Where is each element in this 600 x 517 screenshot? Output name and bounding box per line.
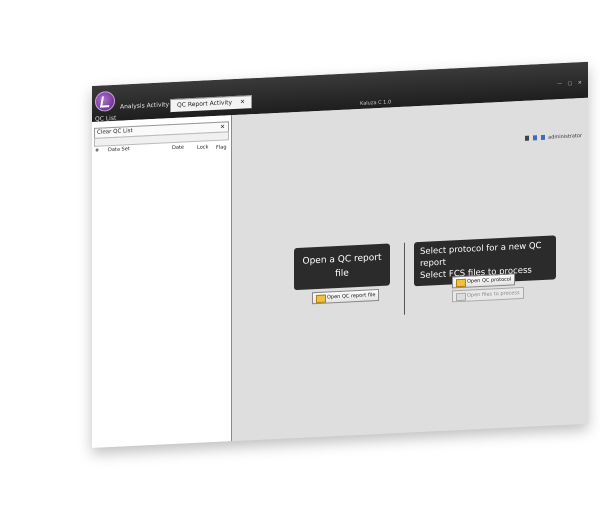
application-window: Analysis Activity QC Report Activity ✕ K…	[92, 61, 588, 449]
column-header-lock[interactable]: Lock	[197, 144, 208, 151]
tab-analysis-activity[interactable]: Analysis Activity	[114, 99, 175, 114]
folder-icon	[316, 294, 326, 304]
column-header-number[interactable]: #	[95, 148, 99, 154]
user-name[interactable]: administrator	[548, 133, 582, 141]
user-icon[interactable]	[540, 134, 545, 141]
clear-close-icon[interactable]: ✕	[220, 122, 225, 131]
user-area: administrator	[525, 133, 582, 142]
column-header-flag[interactable]: Flag	[216, 144, 227, 151]
qc-list-panel: QC List Clear QC List ✕ # Data Set Date …	[92, 115, 232, 448]
window-controls[interactable]: — ▢ ✕	[557, 80, 584, 87]
open-qc-protocol-button[interactable]: Open QC protocol	[452, 273, 516, 289]
main-area: administrator Open a QC report file Sele…	[232, 97, 588, 442]
column-header-date[interactable]: Date	[172, 145, 184, 152]
open-report-heading: Open a QC report file	[294, 243, 390, 291]
folder-icon	[456, 292, 466, 302]
close-tab-icon[interactable]: ✕	[240, 99, 245, 106]
open-qc-protocol-label: Open QC protocol	[467, 276, 512, 285]
tab-qc-report-activity[interactable]: QC Report Activity ✕	[170, 95, 253, 113]
divider	[404, 242, 405, 315]
column-header-data-set[interactable]: Data Set	[108, 146, 130, 153]
open-files-to-process-label: Open files to process	[467, 290, 520, 299]
open-files-to-process-button[interactable]: Open files to process	[452, 286, 524, 303]
settings-icon[interactable]	[525, 135, 530, 141]
info-icon[interactable]	[532, 135, 537, 141]
folder-icon	[456, 278, 466, 288]
open-qc-report-file-label: Open QC report file	[327, 292, 376, 301]
app-logo-icon[interactable]	[95, 90, 115, 112]
open-qc-report-file-button[interactable]: Open QC report file	[312, 288, 380, 305]
clear-qc-list-label: Clear QC List	[97, 128, 133, 136]
tab-analysis-activity-label: Analysis Activity	[120, 101, 170, 111]
qc-list-header: QC List	[95, 114, 117, 123]
tab-qc-report-activity-label: QC Report Activity	[177, 99, 233, 109]
stage: Analysis Activity QC Report Activity ✕ K…	[0, 0, 600, 517]
window-title: Kaluza C 1.0	[360, 99, 392, 107]
